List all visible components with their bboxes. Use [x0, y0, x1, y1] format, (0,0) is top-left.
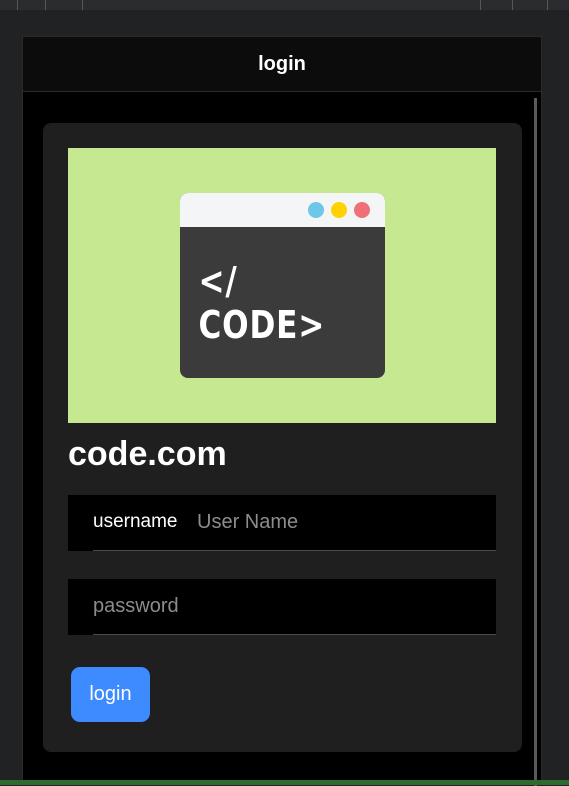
- username-field: username: [68, 495, 496, 551]
- username-underline: [93, 550, 496, 551]
- code-banner-image: </ CODE>: [68, 148, 496, 423]
- username-input[interactable]: [197, 507, 487, 537]
- password-field: [68, 579, 496, 635]
- login-button[interactable]: login: [71, 667, 150, 722]
- password-underline: [93, 634, 496, 635]
- toolbar-divider: [547, 0, 548, 10]
- blue-dot-icon: [308, 202, 324, 218]
- code-window-illustration: </ CODE>: [180, 193, 385, 378]
- password-input[interactable]: [93, 591, 488, 621]
- toolbar-divider: [45, 0, 46, 10]
- toolbar-divider: [480, 0, 481, 10]
- window-title: login: [258, 52, 306, 75]
- red-dot-icon: [354, 202, 370, 218]
- title-bar: login: [23, 37, 541, 92]
- top-toolbar-strip: [0, 0, 569, 10]
- code-text: </ CODE>: [198, 258, 326, 347]
- vertical-scrollbar[interactable]: [534, 98, 537, 786]
- toolbar-divider: [82, 0, 83, 10]
- username-label: username: [93, 511, 178, 532]
- login-card: </ CODE> code.com username login: [43, 123, 522, 752]
- app-window: login </ CODE> code.com username login: [22, 36, 542, 786]
- code-window-titlebar: [180, 193, 385, 227]
- bottom-status-strip: [0, 780, 569, 785]
- toolbar-divider: [17, 0, 18, 10]
- site-title: code.com: [68, 435, 227, 473]
- toolbar-divider: [512, 0, 513, 10]
- yellow-dot-icon: [331, 202, 347, 218]
